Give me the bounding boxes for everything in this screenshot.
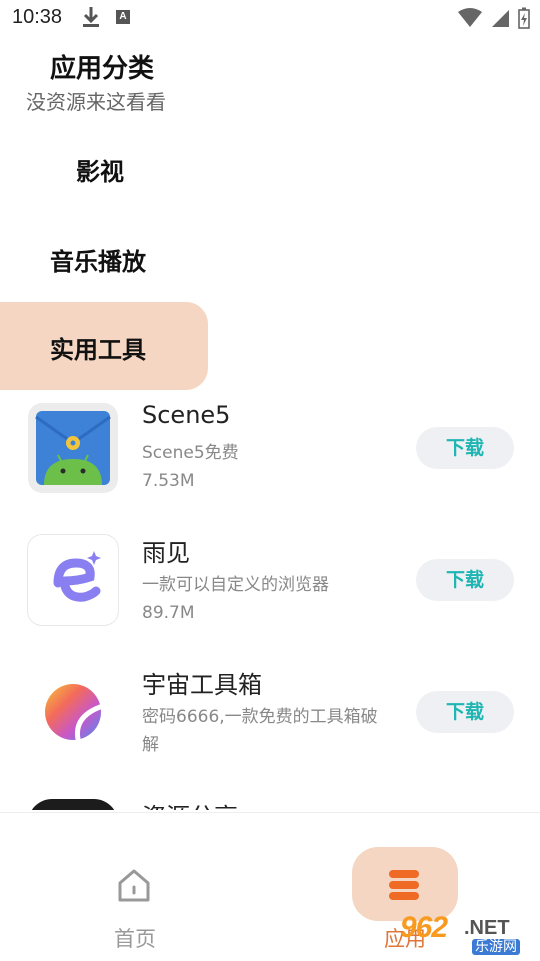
download-notification-icon (82, 6, 100, 32)
scene5-app-icon (28, 403, 118, 493)
category-music[interactable]: 音乐播放 (50, 242, 146, 277)
app-size: 7.53M (142, 471, 195, 491)
list-item[interactable]: 雨见 一款可以自定义的浏览器 89.7M 下载 (0, 531, 540, 663)
app-name[interactable]: 宇宙工具箱 (142, 665, 262, 700)
apps-stack-icon[interactable] (386, 868, 422, 906)
download-button[interactable]: 下载 (416, 691, 514, 733)
home-icon[interactable] (115, 867, 153, 909)
app-desc-text: Scene5免费 (142, 443, 239, 463)
app-desc: 一款可以自定义的浏览器 89.7M (142, 571, 382, 627)
page-title: 应用分类 (50, 54, 155, 84)
app-name[interactable]: Scene5 (142, 401, 230, 429)
yuzhou-toolbox-app-icon (28, 667, 118, 757)
battery-icon (518, 7, 530, 33)
download-button[interactable]: 下载 (416, 559, 514, 601)
app-list[interactable]: Scene5 Scene5免费 7.53M 下载 雨见 一款可以自定义的浏览器 … (0, 395, 540, 810)
list-item[interactable]: 资源分享 (0, 795, 540, 810)
list-item[interactable]: Scene5 Scene5免费 7.53M 下载 (0, 399, 540, 531)
a-notification-icon: A (116, 10, 130, 24)
yujian-app-icon (28, 535, 118, 625)
app-name[interactable]: 雨见 (142, 533, 190, 568)
watermark-logo: 962 .NET 乐游网 (396, 911, 532, 955)
signal-icon (490, 8, 510, 32)
app-name[interactable]: 资源分享 (142, 797, 238, 810)
app-desc: 密码6666,一款免费的工具箱破解 (142, 707, 378, 755)
download-button[interactable]: 下载 (416, 427, 514, 469)
category-film[interactable]: 影视 (76, 152, 124, 187)
app-desc-text: 一款可以自定义的浏览器 (142, 575, 329, 595)
wifi-icon (458, 8, 482, 32)
watermark-sub: 乐游网 (472, 939, 520, 955)
status-time: 10:38 (12, 6, 63, 28)
watermark-tld: .NET (464, 917, 510, 939)
category-tools[interactable]: 实用工具 (50, 330, 146, 365)
resource-share-app-icon (28, 799, 118, 810)
app-desc: Scene5免费 7.53M (142, 439, 382, 495)
watermark-brand: 962 (400, 911, 448, 944)
page-subtitle: 没资源来这看看 (26, 90, 166, 114)
nav-home-label[interactable]: 首页 (114, 923, 156, 953)
bottom-nav: 首页 应用 962 .NET 乐游网 (0, 812, 540, 961)
list-item[interactable]: 宇宙工具箱 密码6666,一款免费的工具箱破解 下载 (0, 663, 540, 795)
app-size: 89.7M (142, 603, 195, 623)
status-bar: 10:38 A (0, 0, 540, 36)
